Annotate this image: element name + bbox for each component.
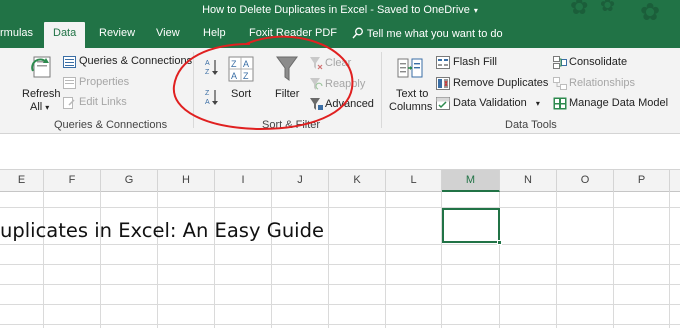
red-circle-annotation (172, 35, 354, 131)
